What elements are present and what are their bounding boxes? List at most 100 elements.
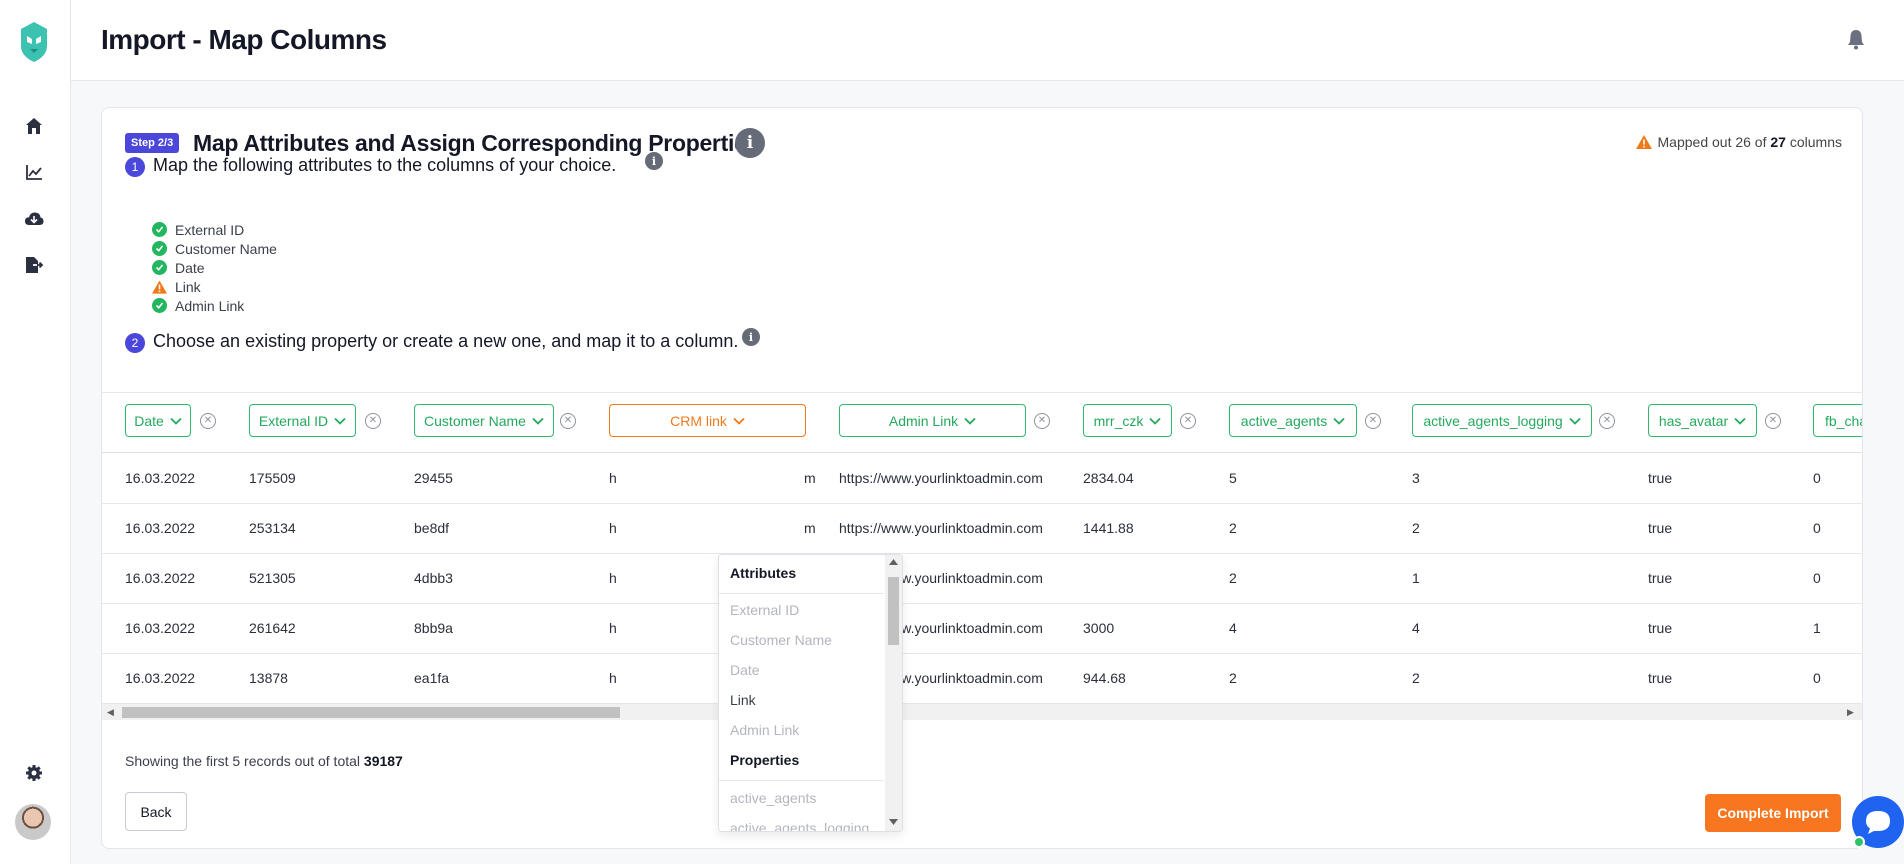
- dropdown-option[interactable]: Link: [730, 692, 756, 708]
- column-select-mrr-czk[interactable]: mrr_czk: [1083, 404, 1172, 437]
- column-select-label: active_agents_logging: [1423, 412, 1563, 429]
- table-cell: 0: [1813, 670, 1821, 686]
- dropdown-divider: [719, 780, 884, 781]
- column-select-external-id[interactable]: External ID: [249, 404, 356, 437]
- clear-mapping-icon[interactable]: ✕: [1180, 413, 1196, 429]
- import-card: Step 2/3 Map Attributes and Assign Corre…: [101, 107, 1863, 849]
- complete-import-button[interactable]: Complete Import: [1705, 794, 1841, 832]
- mapping-table: Date ✕ External ID ✕ Customer Name ✕ CRM…: [102, 392, 1862, 727]
- cloud-download-icon[interactable]: [23, 208, 45, 230]
- table-cell: 16.03.2022: [125, 520, 196, 536]
- column-select-label: CRM link: [670, 412, 727, 429]
- home-icon[interactable]: [23, 115, 45, 137]
- table-cell: h: [609, 620, 617, 636]
- column-select-label: mrr_czk: [1093, 412, 1144, 429]
- scroll-right-arrow-icon[interactable]: ▶: [1847, 707, 1854, 718]
- table-cell: 16.03.2022: [125, 570, 196, 586]
- column-select-fb-cha[interactable]: fb_cha: [1813, 404, 1862, 437]
- table-cell: 16.03.2022: [125, 620, 196, 636]
- back-button[interactable]: Back: [125, 792, 187, 831]
- step-2-text: Choose an existing property or create a …: [153, 331, 739, 351]
- attribute-label: Customer Name: [175, 240, 277, 257]
- clear-mapping-icon[interactable]: ✕: [1365, 413, 1381, 429]
- chevron-down-icon: [733, 417, 745, 425]
- chevron-down-icon: [1569, 417, 1581, 425]
- table-cell: true: [1648, 570, 1673, 586]
- table-cell: h: [609, 470, 617, 486]
- column-select-date[interactable]: Date: [125, 404, 191, 437]
- clear-mapping-icon[interactable]: ✕: [365, 413, 381, 429]
- warning-icon: [152, 279, 167, 294]
- scroll-up-arrow-icon[interactable]: [889, 559, 898, 565]
- column-select-label: Admin Link: [888, 412, 959, 429]
- card-title: Map Attributes and Assign Corresponding …: [193, 130, 760, 156]
- chevron-down-icon: [1333, 417, 1345, 425]
- gear-icon[interactable]: [23, 762, 45, 784]
- chat-bubble-icon: [1866, 811, 1890, 834]
- clear-mapping-icon[interactable]: ✕: [200, 413, 216, 429]
- table-cell: 521305: [249, 570, 296, 586]
- table-cell: 4: [1412, 620, 1420, 636]
- clear-mapping-icon[interactable]: ✕: [1765, 413, 1781, 429]
- step-2-number: 2: [125, 333, 145, 353]
- table-cell: 0: [1813, 570, 1821, 586]
- scroll-down-arrow-icon[interactable]: [889, 819, 898, 825]
- dropdown-scrollbar[interactable]: [885, 555, 902, 831]
- attribute-label: Admin Link: [175, 297, 245, 314]
- table-cell: h: [609, 570, 617, 586]
- column-select-active-agents[interactable]: active_agents: [1229, 404, 1357, 437]
- table-cell: 29455: [414, 470, 453, 486]
- dropdown-option[interactable]: Date: [730, 662, 760, 678]
- table-cell: 16.03.2022: [125, 670, 196, 686]
- step-1-number: 1: [125, 157, 145, 177]
- dropdown-option[interactable]: External ID: [730, 602, 799, 618]
- column-select-label: active_agents: [1240, 412, 1328, 429]
- notification-bell-icon[interactable]: [1846, 28, 1866, 50]
- column-mapping-dropdown: Attributes External ID Customer Name Dat…: [718, 554, 903, 832]
- check-circle-icon: [152, 298, 167, 313]
- table-cell: be8df: [414, 520, 450, 536]
- dropdown-option[interactable]: Customer Name: [730, 632, 832, 648]
- top-header: Import - Map Columns: [71, 0, 1904, 81]
- scroll-left-arrow-icon[interactable]: ◀: [107, 707, 114, 718]
- dropdown-option[interactable]: active_agents: [730, 790, 816, 806]
- column-select-customer-name[interactable]: Customer Name: [414, 404, 554, 437]
- table-row: 16.03.2022 175509 29455 h m https://www.…: [102, 454, 1862, 504]
- column-select-label: Date: [134, 412, 164, 429]
- info-icon[interactable]: i: [735, 128, 765, 158]
- table-cell: m: [804, 470, 816, 486]
- column-mapping-row: Date ✕ External ID ✕ Customer Name ✕ CRM…: [102, 393, 1862, 453]
- column-select-active-agents-logging[interactable]: active_agents_logging: [1412, 404, 1592, 437]
- table-row: 16.03.2022 261642 8bb9a h m https://www.…: [102, 604, 1862, 654]
- table-cell: 0: [1813, 520, 1821, 536]
- column-select-crm-link[interactable]: CRM link: [609, 404, 806, 437]
- table-cell: 1441.88: [1083, 520, 1134, 536]
- table-cell: h: [609, 520, 617, 536]
- table-cell: true: [1648, 470, 1673, 486]
- attribute-checklist: External ID Customer Name Date Link Admi…: [152, 220, 277, 315]
- step-1-info-icon[interactable]: i: [645, 152, 663, 170]
- table-cell: true: [1648, 620, 1673, 636]
- column-select-has-avatar[interactable]: has_avatar: [1648, 404, 1757, 437]
- dropdown-option[interactable]: Admin Link: [730, 722, 799, 738]
- attribute-item: Customer Name: [152, 239, 277, 258]
- clear-mapping-icon[interactable]: ✕: [1034, 413, 1050, 429]
- scrollbar-thumb[interactable]: [888, 577, 899, 645]
- attribute-item: Date: [152, 258, 277, 277]
- dropdown-option[interactable]: active_agents_logging: [730, 820, 869, 831]
- step-2-info-icon[interactable]: i: [742, 328, 760, 346]
- horizontal-scrollbar[interactable]: ◀ ▶: [102, 703, 1862, 720]
- scrollbar-thumb[interactable]: [122, 707, 620, 718]
- table-cell: 261642: [249, 620, 296, 636]
- table-cell: 944.68: [1083, 670, 1126, 686]
- clear-mapping-icon[interactable]: ✕: [1599, 413, 1615, 429]
- clear-mapping-icon[interactable]: ✕: [560, 413, 576, 429]
- file-export-icon[interactable]: [23, 254, 45, 276]
- app-logo[interactable]: [18, 20, 50, 64]
- dropdown-divider: [719, 593, 884, 594]
- table-cell: https://www.yourlinktoadmin.com: [839, 520, 1043, 536]
- chart-line-icon[interactable]: [23, 161, 45, 183]
- column-select-admin-link[interactable]: Admin Link: [839, 404, 1026, 437]
- avatar[interactable]: [15, 804, 51, 840]
- online-status-dot: [1853, 836, 1865, 848]
